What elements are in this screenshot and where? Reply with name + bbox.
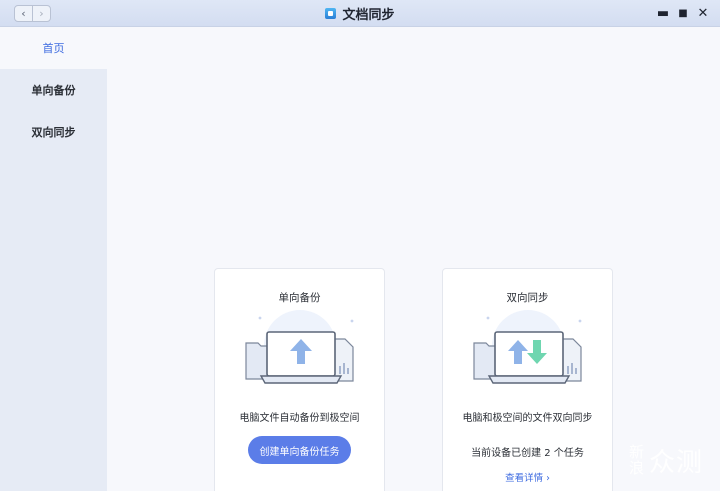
window-title-text: 文档同步 xyxy=(342,8,395,23)
sync-task-count: 当前设备已创建 2 个任务 xyxy=(471,448,584,459)
watermark-char-1: 新 xyxy=(628,443,644,461)
watermark-text: 众测 xyxy=(649,447,704,478)
window-title: 文档同步 xyxy=(0,0,720,27)
backup-illustration xyxy=(245,310,354,384)
minimize-button[interactable]: ▬ xyxy=(652,0,674,27)
create-backup-task-button[interactable]: 创建单向备份任务 xyxy=(248,436,351,464)
sync-illustration xyxy=(473,310,582,384)
sync-card-title: 双向同步 xyxy=(506,292,549,304)
sync-card-description: 电脑和极空间的文件双向同步 xyxy=(462,413,593,424)
sidebar: 首页 单向备份 双向同步 xyxy=(0,27,107,491)
sync-card: 双向同步 电脑和极空间的文件双向同步 当前设备已创建 2 个任务 查看详情 › xyxy=(442,268,613,491)
sidebar-item-two-way-sync[interactable]: 双向同步 xyxy=(0,111,107,153)
view-details-link[interactable]: 查看详情 › xyxy=(443,470,612,484)
watermark-logo: 新 浪 众测 xyxy=(628,438,714,482)
maximize-button[interactable]: ■ xyxy=(672,0,694,27)
backup-card: 单向备份 电脑文件自动备份到极空间 创建单向备份任务 xyxy=(214,268,385,491)
sidebar-item-home[interactable]: 首页 xyxy=(0,27,107,69)
sidebar-item-one-way-backup[interactable]: 单向备份 xyxy=(0,69,107,111)
backup-card-title: 单向备份 xyxy=(278,292,321,304)
backup-card-description: 电脑文件自动备份到极空间 xyxy=(239,413,360,424)
title-bar: ‹ › 文档同步 ▬ ■ ✕ xyxy=(0,0,720,27)
close-button[interactable]: ✕ xyxy=(692,0,714,27)
watermark-char-2: 浪 xyxy=(628,459,644,477)
app-icon xyxy=(325,8,337,19)
